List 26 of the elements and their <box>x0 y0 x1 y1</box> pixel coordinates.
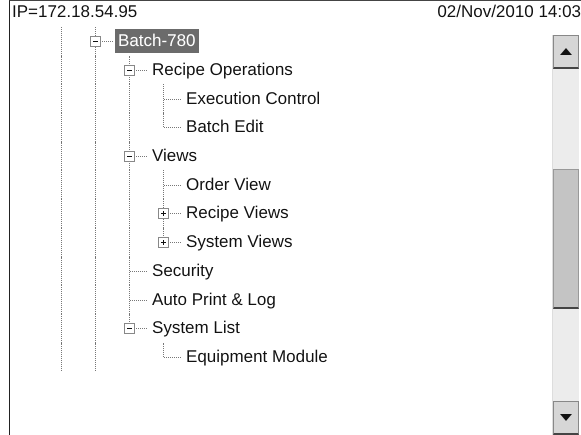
tree-item[interactable]: Batch Edit <box>183 115 266 140</box>
scrollbar[interactable] <box>552 35 579 435</box>
tree-item[interactable]: Auto Print & Log <box>149 288 279 312</box>
scroll-up-button[interactable] <box>553 35 579 69</box>
up-arrow-icon <box>560 48 572 55</box>
tree-item[interactable]: Equipment Module <box>183 344 331 369</box>
ip-address: IP=172.18.54.95 <box>12 1 138 23</box>
scroll-thumb[interactable] <box>553 169 579 309</box>
tree-item[interactable]: Views <box>149 144 200 168</box>
tree-item[interactable]: System List <box>149 316 243 340</box>
tree-item[interactable]: Security <box>149 258 216 283</box>
tree-item[interactable]: Recipe Operations <box>149 58 296 82</box>
tree-item[interactable]: Order View <box>183 172 274 197</box>
tree-item[interactable]: Recipe Views <box>183 201 292 226</box>
tree-item[interactable]: System Views <box>183 230 296 254</box>
collapse-icon[interactable] <box>90 36 101 48</box>
collapse-icon[interactable] <box>124 323 135 334</box>
expand-icon[interactable] <box>158 237 169 248</box>
collapse-icon[interactable] <box>124 151 135 162</box>
scroll-down-button[interactable] <box>553 401 579 435</box>
collapse-icon[interactable] <box>124 65 135 76</box>
down-arrow-icon <box>560 414 572 421</box>
expand-icon[interactable] <box>158 208 169 220</box>
tree-item[interactable]: Batch-780 <box>115 29 198 54</box>
tree-item[interactable]: Execution Control <box>183 86 324 111</box>
date-time: 02/Nov/2010 14:03 <box>437 1 581 23</box>
